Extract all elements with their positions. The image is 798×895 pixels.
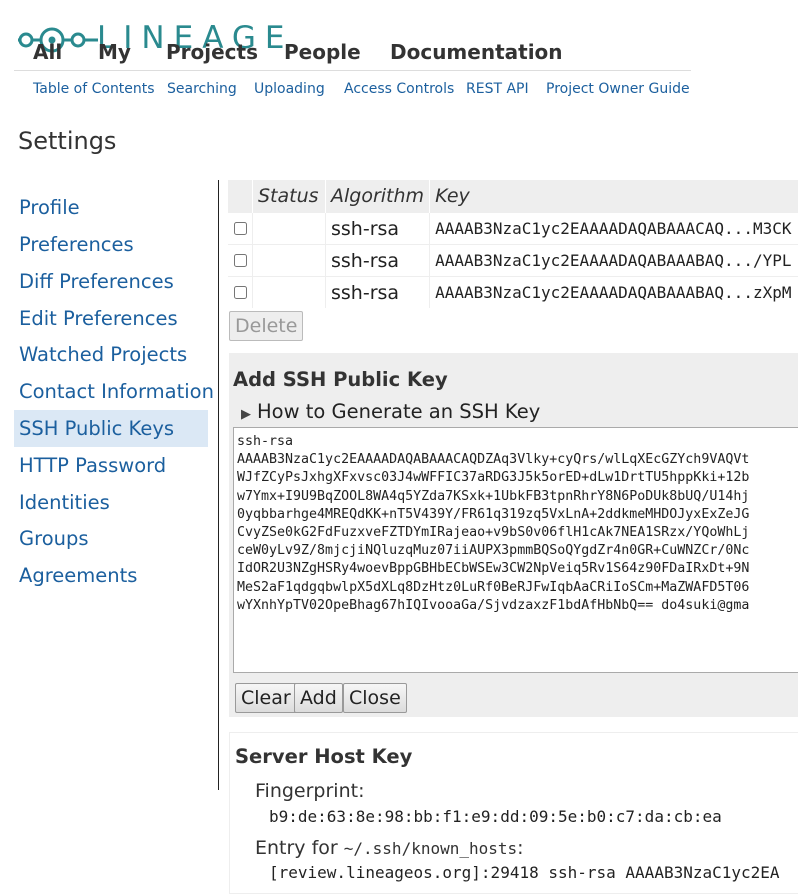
submenu-rest-api[interactable]: REST API [466,81,529,97]
table-row: ssh-rsa AAAAB3NzaC1yc2EAAAADAQABAAACAQ..… [228,212,798,245]
row-select-checkbox[interactable] [234,221,247,235]
header-select [228,180,253,213]
entry-label-prefix: Entry for [255,837,338,859]
sidebar-item-edit-preferences[interactable]: Edit Preferences [19,307,178,330]
row-algorithm: ssh-rsa [325,244,431,277]
sidebar-item-identities[interactable]: Identities [19,491,110,514]
sidebar-item-diff-preferences[interactable]: Diff Preferences [19,270,174,293]
sidebar-item-groups[interactable]: Groups [19,527,89,550]
row-algorithm: ssh-rsa [325,212,431,245]
table-row: ssh-rsa AAAAB3NzaC1yc2EAAAADAQABAAABAQ..… [228,244,798,277]
known-hosts-entry-value: [review.lineageos.org]:29418 ssh-rsa AAA… [269,863,780,882]
entry-label-suffix: : [517,837,524,859]
known-hosts-entry-label: Entry for ~/.ssh/known_hosts: [255,837,524,859]
sidebar-item-contact-information[interactable]: Contact Information [19,380,214,403]
row-status [252,244,326,277]
add-ssh-key-title: Add SSH Public Key [233,368,448,391]
submenu-project-owner-guide[interactable]: Project Owner Guide [546,81,690,97]
submenu-searching[interactable]: Searching [167,81,237,97]
clear-button[interactable]: Clear [235,683,297,713]
row-select-checkbox[interactable] [234,253,247,267]
page-title: Settings [18,127,117,155]
topmenu-my[interactable]: My [98,40,131,64]
row-key: AAAAB3NzaC1yc2EAAAADAQABAAABAQ...zXpM [429,276,798,308]
header-algorithm: Algorithm [325,180,431,213]
row-select-checkbox[interactable] [234,285,247,299]
topmenu-projects[interactable]: Projects [166,40,258,64]
fingerprint-value: b9:de:63:8e:98:bb:f1:e9:dd:09:5e:b0:c7:d… [269,807,722,826]
topmenu-documentation[interactable]: Documentation [390,40,563,64]
how-to-generate-label: How to Generate an SSH Key [257,400,541,423]
header-status: Status [252,180,326,213]
disclosure-triangle-icon: ▶ [241,407,251,422]
close-button[interactable]: Close [343,683,407,713]
sidebar-item-profile[interactable]: Profile [19,196,80,219]
submenu-access-controls[interactable]: Access Controls [344,81,454,97]
add-button[interactable]: Add [294,683,343,713]
topmenu-all[interactable]: All [33,40,62,64]
how-to-generate-toggle[interactable]: ▶ How to Generate an SSH Key [241,400,540,423]
ssh-keys-table: Status Algorithm Key ssh-rsa AAAAB3NzaC1… [228,180,798,308]
ssh-key-textarea[interactable]: ssh-rsa AAAAB3NzaC1yc2EAAAADAQABAAACAQDZ… [233,427,798,673]
row-key: AAAAB3NzaC1yc2EAAAADAQABAAACAQ...M3CK [429,212,798,245]
header-key: Key [429,180,798,213]
row-key: AAAAB3NzaC1yc2EAAAADAQABAAABAQ.../YPL [429,244,798,277]
menu-divider [14,70,691,71]
submenu-uploading[interactable]: Uploading [254,81,325,97]
row-algorithm: ssh-rsa [325,276,431,308]
sidebar-item-http-password[interactable]: HTTP Password [19,454,166,477]
sidebar-item-ssh-public-keys[interactable]: SSH Public Keys [19,417,174,440]
delete-button[interactable]: Delete [229,311,304,341]
sidebar-item-watched-projects[interactable]: Watched Projects [19,343,187,366]
row-status [252,212,326,245]
topmenu-people[interactable]: People [284,40,361,64]
submenu-table-of-contents[interactable]: Table of Contents [33,81,155,97]
table-row: ssh-rsa AAAAB3NzaC1yc2EAAAADAQABAAABAQ..… [228,276,798,308]
row-status [252,276,326,308]
fingerprint-label: Fingerprint: [255,780,365,802]
sidebar-item-preferences[interactable]: Preferences [19,233,134,256]
known-hosts-path: ~/.ssh/known_hosts [343,839,518,858]
table-header-row: Status Algorithm Key [228,180,798,213]
server-host-key-title: Server Host Key [235,745,413,768]
sidebar-divider [218,180,219,790]
sidebar-item-agreements[interactable]: Agreements [19,564,137,587]
